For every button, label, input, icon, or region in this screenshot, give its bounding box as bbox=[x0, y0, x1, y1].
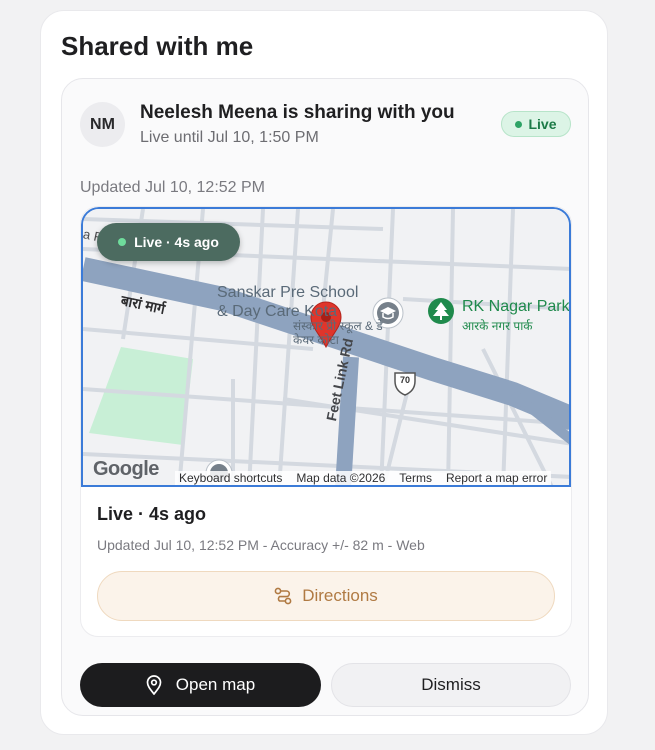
map-data-text: Map data ©2026 bbox=[296, 471, 386, 485]
dismiss-label: Dismiss bbox=[421, 675, 481, 694]
map-attribution: Keyboard shortcuts Map data ©2026 Terms … bbox=[175, 471, 552, 485]
map-live-pill-label: Live · 4s ago bbox=[134, 234, 219, 250]
map-live-pill: Live · 4s ago bbox=[97, 223, 240, 261]
report-map-error-link[interactable]: Report a map error bbox=[446, 471, 547, 485]
open-map-label: Open map bbox=[175, 675, 256, 694]
live-dot-icon bbox=[515, 120, 523, 128]
directions-button[interactable]: Directions bbox=[97, 571, 555, 621]
location-card: a Rd बारां मार्ग Sanskar Pre School & Da… bbox=[80, 206, 572, 637]
live-badge-label: Live bbox=[528, 116, 557, 132]
park-label-hindi: आरके नगर पार्क bbox=[462, 319, 533, 333]
school-label[interactable]: Sanskar Pre School & Day Care Kota bbox=[217, 283, 358, 321]
school-label-line1: Sanskar Pre School bbox=[217, 284, 359, 301]
open-map-button[interactable]: Open map bbox=[80, 663, 321, 707]
google-logo[interactable]: Google bbox=[93, 458, 159, 481]
live-badge: Live bbox=[501, 111, 571, 137]
directions-label: Directions bbox=[302, 586, 378, 605]
updated-time: Updated Jul 10, 12:52 PM bbox=[80, 179, 266, 196]
share-title: Neelesh Meena is sharing with you bbox=[140, 102, 455, 123]
live-status: Live · 4s ago bbox=[97, 504, 207, 524]
location-pin-icon bbox=[146, 675, 162, 695]
shared-with-me-panel: Shared with me NM Neelesh Meena is shari… bbox=[40, 10, 608, 735]
dismiss-button[interactable]: Dismiss bbox=[331, 663, 571, 707]
keyboard-shortcuts-link[interactable]: Keyboard shortcuts bbox=[179, 471, 282, 485]
live-dot-icon bbox=[118, 238, 127, 246]
highway-shield-label: 70 bbox=[399, 375, 410, 385]
park-label[interactable]: RK Nagar Park bbox=[462, 298, 569, 316]
location-meta: Updated Jul 10, 12:52 PM - Accuracy +/- … bbox=[97, 537, 425, 553]
avatar: NM bbox=[80, 102, 125, 147]
share-expiry: Live until Jul 10, 1:50 PM bbox=[140, 129, 319, 146]
share-card: NM Neelesh Meena is sharing with you Liv… bbox=[61, 78, 589, 716]
terms-link[interactable]: Terms bbox=[399, 471, 432, 485]
map-view[interactable]: a Rd बारां मार्ग Sanskar Pre School & Da… bbox=[81, 207, 571, 487]
route-icon bbox=[274, 587, 292, 605]
park-tree-icon bbox=[428, 298, 454, 324]
panel-title: Shared with me bbox=[61, 31, 254, 61]
